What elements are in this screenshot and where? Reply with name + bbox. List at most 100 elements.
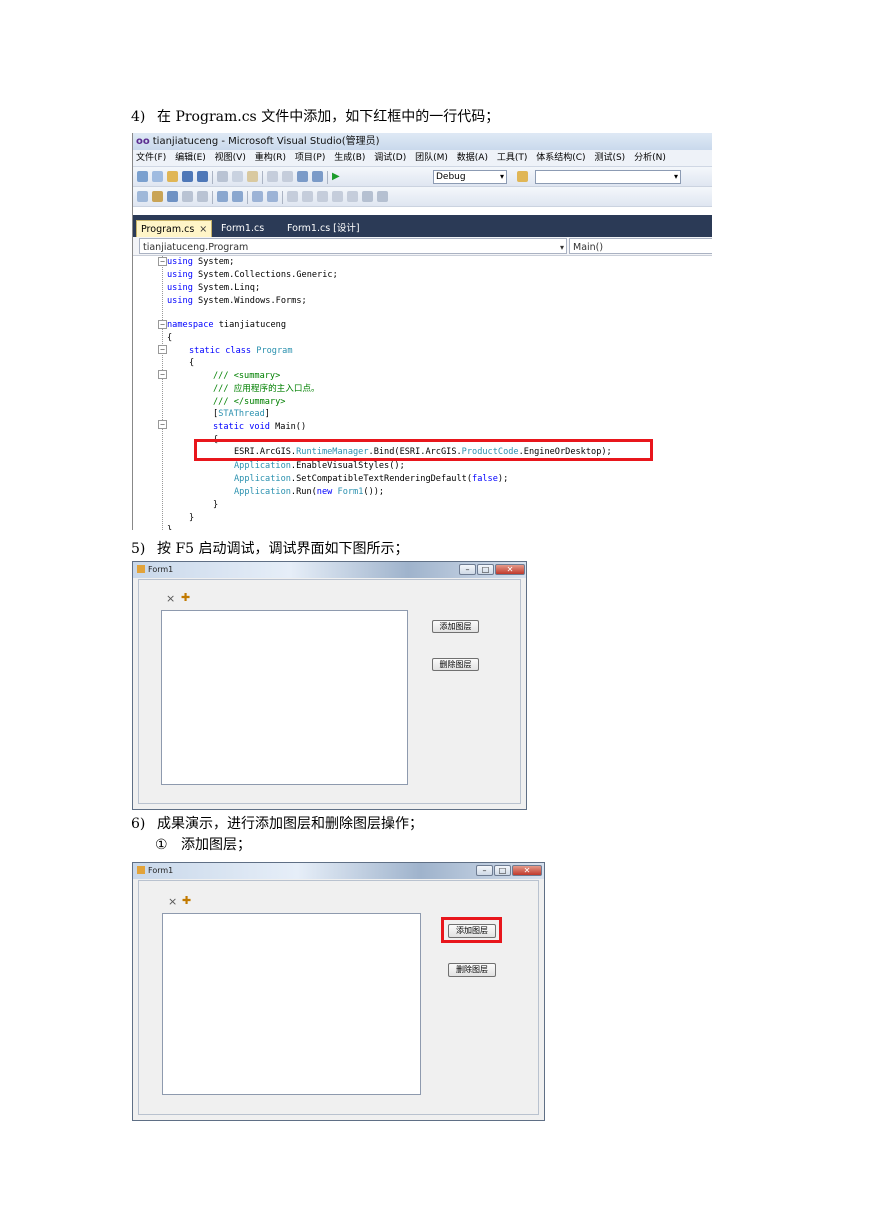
copy-icon[interactable] [232, 171, 243, 182]
step-number: 6) [131, 816, 146, 832]
document-tab-bar: Program.cs × Form1.cs Form1.cs [设计] [133, 215, 712, 237]
menu-architecture[interactable]: 体系结构(C) [536, 153, 585, 163]
toolbar-close-icon[interactable]: × [166, 592, 175, 605]
outdent-icon[interactable] [232, 191, 243, 202]
code-line: /// 应用程序的主入口点。 [213, 384, 320, 394]
add-layer-button[interactable]: 添加图层 [432, 620, 479, 633]
vs-toolbar-1: ▶ Debug ▾ ▾ [133, 167, 712, 187]
type-dropdown[interactable]: tianjiatuceng.Program ▾ [139, 238, 567, 254]
maximize-button[interactable]: □ [477, 564, 494, 575]
map-control[interactable] [161, 610, 408, 785]
code-editor[interactable]: − − − − − using System; using System.Col… [133, 256, 712, 530]
bookmark-icon[interactable] [287, 191, 298, 202]
vs-logo-icon: oo [136, 136, 150, 147]
toolbar-icon[interactable] [167, 191, 178, 202]
code-line: using System; [167, 257, 235, 267]
navigate-forward-icon[interactable] [312, 171, 323, 182]
minimize-button[interactable]: – [476, 865, 493, 876]
step-6-1-caption: ① 添加图层； [155, 836, 251, 854]
tab-form1-cs[interactable]: Form1.cs [217, 220, 268, 237]
step-number: 5) [131, 541, 146, 557]
step-number: 4) [131, 109, 146, 125]
start-debugging-icon[interactable]: ▶ [332, 171, 340, 184]
delete-layer-button[interactable]: 删除图层 [448, 963, 496, 977]
bookmark-icon[interactable] [362, 191, 373, 202]
form1-window-add-layer: Form1 – □ ✕ × ✚ 添加图层 删除图层 [132, 862, 545, 1121]
collapse-icon[interactable]: − [158, 345, 167, 354]
find-icon[interactable] [517, 171, 528, 182]
toolbar-icon[interactable] [152, 191, 163, 202]
highlight-box [441, 917, 502, 943]
tab-program-cs[interactable]: Program.cs × [136, 220, 213, 237]
menu-data[interactable]: 数据(A) [457, 153, 488, 163]
undo-icon[interactable] [267, 171, 278, 182]
maximize-button[interactable]: □ [494, 865, 511, 876]
solution-config-select[interactable]: Debug ▾ [433, 170, 507, 184]
add-data-icon[interactable]: ✚ [181, 591, 190, 604]
toolbar-icon[interactable] [197, 191, 208, 202]
new-project-icon[interactable] [137, 171, 148, 182]
bookmark-icon[interactable] [347, 191, 358, 202]
member-dropdown[interactable]: Main() [569, 238, 712, 254]
menu-view[interactable]: 视图(V) [215, 153, 246, 163]
open-folder-icon[interactable] [167, 171, 178, 182]
cut-icon[interactable] [217, 171, 228, 182]
highlight-box [194, 439, 653, 461]
menu-project[interactable]: 项目(P) [295, 153, 325, 163]
vs-window-title: tianjiatuceng - Microsoft Visual Studio(… [152, 136, 380, 147]
code-line: } [213, 500, 219, 510]
code-line: static void Main() [213, 422, 307, 432]
step-5-caption: 5) 按 F5 启动调试，调试界面如下图所示； [131, 540, 409, 558]
close-button[interactable]: ✕ [495, 564, 525, 575]
menu-analyze[interactable]: 分析(N) [634, 153, 666, 163]
collapse-icon[interactable]: − [158, 320, 167, 329]
minimize-button[interactable]: – [459, 564, 476, 575]
redo-icon[interactable] [282, 171, 293, 182]
indent-icon[interactable] [217, 191, 228, 202]
bookmark-icon[interactable] [317, 191, 328, 202]
code-line: } [167, 525, 173, 530]
save-all-icon[interactable] [197, 171, 208, 182]
menu-team[interactable]: 团队(M) [415, 153, 448, 163]
menu-debug[interactable]: 调试(D) [374, 153, 406, 163]
code-line: namespace tianjiatuceng [167, 320, 287, 330]
menu-tools[interactable]: 工具(T) [497, 153, 528, 163]
menu-build[interactable]: 生成(B) [334, 153, 365, 163]
add-data-icon[interactable]: ✚ [182, 894, 191, 907]
form-app-icon [137, 565, 145, 573]
form-title: Form1 [148, 866, 174, 875]
menu-file[interactable]: 文件(F) [136, 153, 166, 163]
paste-icon[interactable] [247, 171, 258, 182]
bookmark-icon[interactable] [302, 191, 313, 202]
tab-form1-designer[interactable]: Form1.cs [设计] [283, 220, 364, 237]
navigate-back-icon[interactable] [297, 171, 308, 182]
uncomment-icon[interactable] [267, 191, 278, 202]
comment-icon[interactable] [252, 191, 263, 202]
code-line: { [167, 333, 173, 343]
delete-layer-button[interactable]: 删除图层 [432, 658, 479, 671]
collapse-icon[interactable]: − [158, 420, 167, 429]
menu-test[interactable]: 测试(S) [594, 153, 625, 163]
collapse-icon[interactable]: − [158, 370, 167, 379]
toolbar-close-icon[interactable]: × [168, 895, 177, 908]
menu-edit[interactable]: 编辑(E) [175, 153, 206, 163]
collapse-icon[interactable]: − [158, 257, 167, 266]
find-combo[interactable]: ▾ [535, 170, 681, 184]
code-navigation-bar: tianjiatuceng.Program ▾ Main() [133, 237, 712, 256]
save-icon[interactable] [182, 171, 193, 182]
code-line: /// </summary> [213, 397, 286, 407]
vs-toolbar-2 [133, 187, 712, 207]
toolbar-icon[interactable] [137, 191, 148, 202]
bookmark-icon[interactable] [332, 191, 343, 202]
step-6-caption: 6) 成果演示，进行添加图层和删除图层操作； [131, 815, 423, 833]
bookmark-icon[interactable] [377, 191, 388, 202]
menu-refactor[interactable]: 重构(R) [255, 153, 286, 163]
add-item-icon[interactable] [152, 171, 163, 182]
code-line: static class Program [189, 346, 293, 356]
close-button[interactable]: ✕ [512, 865, 542, 876]
toolbar-icon[interactable] [182, 191, 193, 202]
step-text: 在 Program.cs 文件中添加，如下红框中的一行代码； [157, 109, 500, 125]
form-client-area: × ✚ 添加图层 删除图层 [138, 579, 521, 804]
map-control[interactable] [162, 913, 421, 1095]
close-tab-icon[interactable]: × [199, 224, 207, 235]
